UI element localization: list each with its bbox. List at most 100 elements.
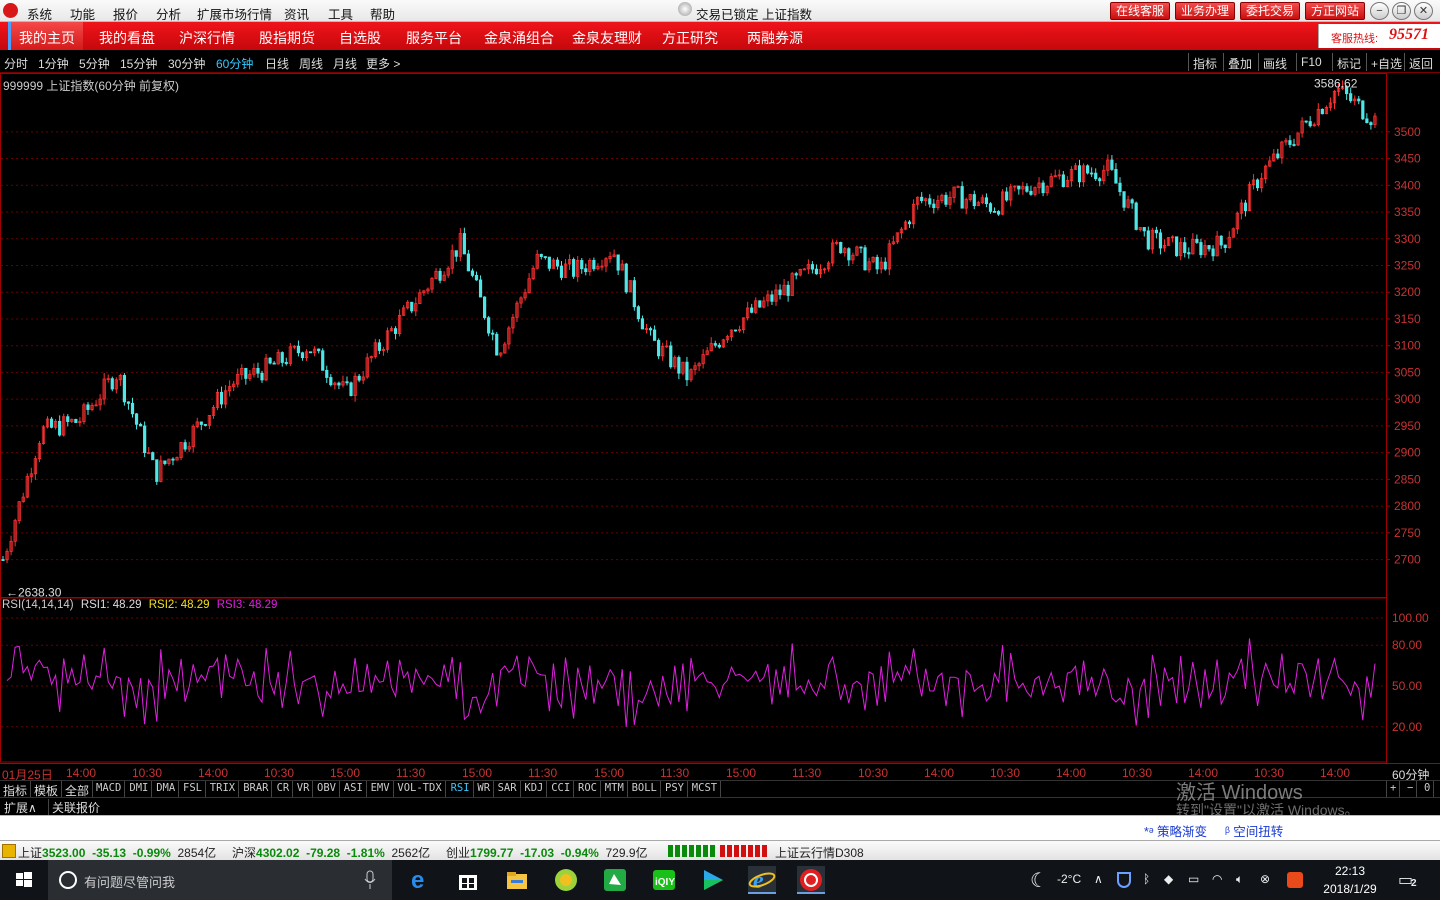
- indicator-tab-boll[interactable]: BOLL: [629, 781, 661, 797]
- file-explorer-icon[interactable]: [503, 866, 531, 894]
- indicator-tab-kdj[interactable]: KDJ: [521, 781, 548, 797]
- store-icon[interactable]: [454, 866, 482, 894]
- indicator-tab-macd[interactable]: MACD: [93, 781, 126, 797]
- menu-tools[interactable]: 工具: [328, 4, 353, 23]
- sh-index[interactable]: 上证3523.00 -35.13 -0.99% 2854亿: [18, 844, 216, 861]
- indicator-tab-roc[interactable]: ROC: [575, 781, 601, 797]
- indicator-tab-cci[interactable]: CCI: [548, 781, 575, 797]
- indicator-tab-0[interactable]: 指标: [0, 781, 32, 798]
- menu-news[interactable]: 资讯: [284, 4, 309, 23]
- nav-research[interactable]: 方正研究: [662, 28, 718, 48]
- indicator-add-button[interactable]: +: [1386, 781, 1401, 797]
- nav-futures[interactable]: 股指期货: [259, 28, 315, 48]
- tool-add-favorite[interactable]: +自选: [1366, 53, 1406, 71]
- menu-function[interactable]: 功能: [70, 4, 95, 23]
- indicator-tab-dmi[interactable]: DMI: [126, 781, 153, 797]
- menu-system[interactable]: 系统: [27, 4, 52, 23]
- period-monthly[interactable]: 月线: [333, 55, 357, 72]
- tray-app-icon[interactable]: ◆: [1164, 872, 1173, 886]
- extension-toggle[interactable]: 扩展∧: [4, 799, 37, 816]
- microphone-icon[interactable]: [364, 870, 376, 890]
- nav-wealth[interactable]: 金泉友理财: [572, 28, 642, 48]
- period-30min[interactable]: 30分钟: [168, 55, 205, 72]
- nav-my-watch[interactable]: 我的看盘: [99, 28, 155, 48]
- ime-sogou-icon[interactable]: [1287, 872, 1303, 888]
- indicator-tab-sar[interactable]: SAR: [495, 781, 521, 797]
- menu-extended-market[interactable]: 扩展市场行情: [197, 4, 272, 23]
- nav-market[interactable]: 沪深行情: [179, 28, 235, 48]
- indicator-remove-button[interactable]: −: [1404, 781, 1418, 797]
- related-quotes-tab[interactable]: 关联报价: [48, 799, 100, 816]
- indicator-tab-wr[interactable]: WR: [474, 781, 495, 797]
- nav-service[interactable]: 服务平台: [406, 28, 462, 48]
- period-1min[interactable]: 1分钟: [38, 55, 69, 72]
- tool-indicator[interactable]: 指标: [1188, 53, 1221, 71]
- volume-icon[interactable]: 🔈︎: [1236, 872, 1243, 887]
- period-60min[interactable]: 60分钟: [216, 55, 253, 72]
- tool-f10[interactable]: F10: [1296, 53, 1326, 71]
- nav-portfolio[interactable]: 金泉涌组合: [484, 28, 554, 48]
- indicator-tab-dma[interactable]: DMA: [153, 781, 180, 797]
- indicator-tab-trix[interactable]: TRIX: [207, 781, 240, 797]
- indicator-tab-mtm[interactable]: MTM: [602, 781, 628, 797]
- minimize-icon[interactable]: −: [1370, 2, 1389, 20]
- indicator-tab-vr[interactable]: VR: [294, 781, 314, 797]
- video-player-icon[interactable]: [699, 866, 727, 894]
- indicator-tab-fsl[interactable]: FSL: [180, 781, 206, 797]
- weather-moon-icon[interactable]: ☾: [1030, 868, 1048, 893]
- indicator-tab-psy[interactable]: PSY: [662, 781, 688, 797]
- close-icon[interactable]: ✕: [1414, 2, 1433, 20]
- founder-app-icon[interactable]: [797, 866, 825, 894]
- period-intraday[interactable]: 分时: [4, 55, 28, 72]
- indicator-tab-1[interactable]: 模板: [31, 781, 63, 798]
- wifi-icon[interactable]: ◠: [1212, 872, 1222, 886]
- ie-icon[interactable]: e: [748, 866, 776, 894]
- indicator-tab-brar[interactable]: BRAR: [240, 781, 273, 797]
- indicator-tab-vol-tdx[interactable]: VOL-TDX: [394, 781, 446, 797]
- menu-help[interactable]: 帮助: [370, 4, 395, 23]
- period-15min[interactable]: 15分钟: [120, 55, 157, 72]
- trade-button[interactable]: 委托交易: [1240, 2, 1300, 20]
- hs-index[interactable]: 沪深4302.02 -79.28 -1.81% 2562亿: [232, 844, 430, 861]
- indicator-tab-2[interactable]: 全部: [62, 781, 94, 798]
- indicator-tab-obv[interactable]: OBV: [314, 781, 340, 797]
- indicator-tab-emv[interactable]: EMV: [368, 781, 394, 797]
- cy-index[interactable]: 创业1799.77 -17.03 -0.94% 729.9亿: [446, 844, 648, 861]
- security-shield-icon[interactable]: [1117, 872, 1131, 888]
- indicator-tab-mcst[interactable]: MCST: [689, 781, 722, 797]
- tablet-icon[interactable]: ▭: [1188, 872, 1199, 886]
- tool-draw[interactable]: 画线: [1258, 53, 1291, 71]
- indicator-reset-button[interactable]: 0: [1421, 781, 1435, 797]
- strategy-link[interactable]: *ᵊ 策略渐变: [1144, 821, 1207, 840]
- period-weekly[interactable]: 周线: [299, 55, 323, 72]
- windows-start-icon[interactable]: [0, 860, 48, 900]
- nav-margin[interactable]: 两融券源: [747, 28, 803, 48]
- cortana-search[interactable]: 有问题尽管问我: [48, 860, 392, 900]
- indicator-tab-rsi[interactable]: RSI: [448, 781, 474, 797]
- indicator-tab-asi[interactable]: ASI: [341, 781, 367, 797]
- nav-favorites[interactable]: 自选股: [339, 28, 381, 48]
- browser-360-icon[interactable]: [552, 866, 580, 894]
- menu-analysis[interactable]: 分析: [156, 4, 181, 23]
- restore-icon[interactable]: ❐: [1392, 2, 1411, 20]
- online-service-button[interactable]: 在线客服: [1110, 2, 1170, 20]
- period-more[interactable]: 更多 >: [366, 55, 400, 72]
- indicator-tab-cr[interactable]: CR: [274, 781, 294, 797]
- tray-expand-icon[interactable]: ∧: [1094, 872, 1103, 886]
- business-button[interactable]: 业务办理: [1175, 2, 1235, 20]
- tray-close-icon[interactable]: ⊗: [1260, 872, 1270, 886]
- nav-my-home[interactable]: 我的主页: [8, 22, 83, 50]
- tool-overlay[interactable]: 叠加: [1223, 53, 1256, 71]
- space-link[interactable]: ᵝ 空间扭转: [1225, 821, 1283, 840]
- bluetooth-icon[interactable]: ᛒ: [1143, 872, 1150, 886]
- period-5min[interactable]: 5分钟: [79, 55, 110, 72]
- system-clock[interactable]: 22:13 2018/1/29: [1318, 862, 1382, 898]
- menu-quote[interactable]: 报价: [113, 4, 138, 23]
- iqiyi-icon[interactable]: iQIY: [650, 866, 678, 894]
- tool-mark[interactable]: 标记: [1332, 53, 1365, 71]
- website-button[interactable]: 方正网站: [1305, 2, 1365, 20]
- period-daily[interactable]: 日线: [265, 55, 289, 72]
- price-chart[interactable]: 3500 3450 3400 3350 3300 3250 3200 3150 3100 3050…: [0, 73, 1440, 763]
- edge-icon[interactable]: e: [405, 866, 433, 894]
- tool-back[interactable]: 返回: [1404, 53, 1437, 71]
